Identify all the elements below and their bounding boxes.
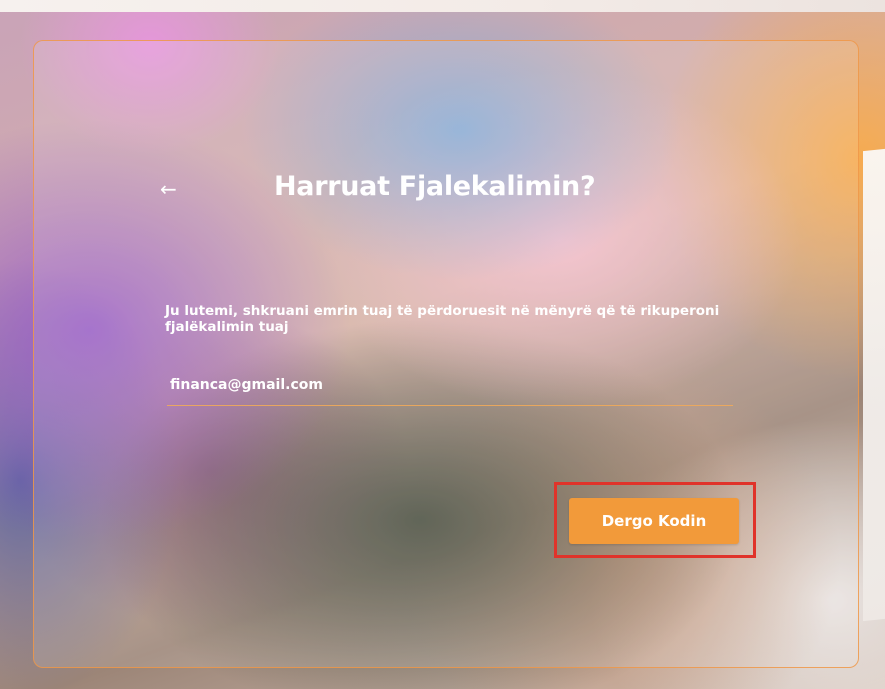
- page-title: Harruat Fjalekalimin?: [274, 171, 596, 202]
- top-edge: [0, 0, 885, 12]
- send-code-button[interactable]: Dergo Kodin: [569, 498, 739, 544]
- email-field-wrapper: [167, 366, 733, 406]
- back-arrow-icon[interactable]: ←: [160, 179, 177, 199]
- instructions-text: Ju lutemi, shkruani emrin tuaj të përdor…: [165, 303, 720, 335]
- right-paper-edge: [863, 148, 885, 622]
- email-input[interactable]: [170, 374, 710, 396]
- forgot-password-card: ← Harruat Fjalekalimin? Ju lutemi, shkru…: [33, 40, 859, 668]
